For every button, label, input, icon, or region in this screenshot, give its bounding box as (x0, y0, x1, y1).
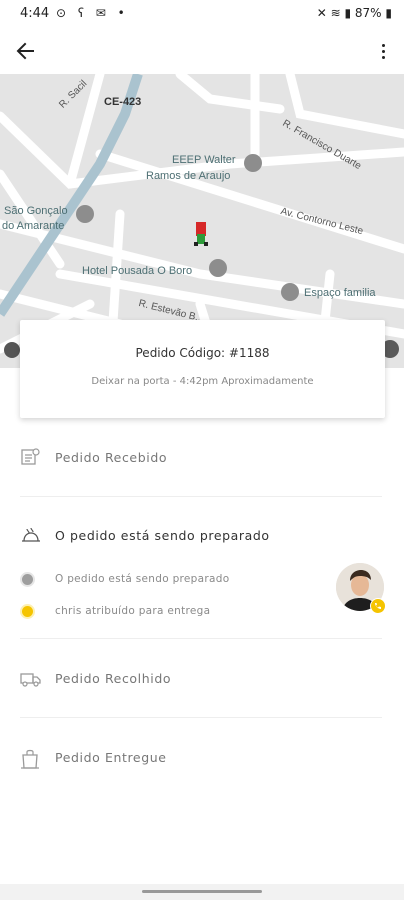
map-label-hotel: Hotel Pousada O Boro (82, 265, 193, 277)
order-eta: Deixar na porta - 4:42pm Aproximadamente (91, 376, 314, 387)
order-card: Pedido Código: #1188 Deixar na porta - 4… (20, 320, 385, 418)
divider (20, 717, 382, 718)
signal-icon: ✕ ≋ ▮ (316, 6, 352, 20)
home-gesture-handle[interactable] (142, 890, 262, 893)
status-dot-grey (22, 574, 33, 585)
status-time: 4:44 (20, 6, 50, 21)
cooking-icon (20, 526, 40, 546)
battery-icon: ▮ (385, 6, 392, 20)
map-label-town: São Gonçalo (4, 205, 68, 217)
back-arrow-icon[interactable] (12, 38, 38, 64)
courier-marker (194, 222, 208, 246)
sub-step-assigned-label: chris atribuído para entrega (55, 605, 211, 617)
divider (20, 638, 382, 639)
step-preparing-label: O pedido está sendo preparado (55, 528, 270, 543)
status-bar: 4:44 ⊙ ʕ ✉ • ✕ ≋ ▮ 87% ▮ (0, 0, 404, 28)
system-nav-bar (0, 884, 404, 900)
more-vert-icon[interactable] (376, 38, 390, 64)
step-delivered-label: Pedido Entregue (55, 750, 167, 765)
divider (20, 496, 382, 497)
delivery-truck-icon (20, 669, 41, 689)
step-received-label: Pedido Recebido (55, 450, 168, 465)
call-courier-icon[interactable] (370, 598, 386, 614)
delivered-bag-icon (20, 748, 40, 769)
map-label-place: Espaço familia (304, 287, 376, 299)
map-label-highway: CE-423 (104, 96, 142, 108)
sub-step-preparing-label: O pedido está sendo preparado (55, 573, 230, 585)
step-collected-label: Pedido Recolhido (55, 671, 172, 686)
app-bar (0, 28, 404, 74)
notification-icons: ⊙ ʕ ✉ • (56, 6, 129, 20)
status-dot-yellow (22, 606, 33, 617)
map-label-town: do Amarante (2, 220, 65, 232)
order-received-icon (20, 447, 40, 467)
status-right: ✕ ≋ ▮ 87% ▮ (317, 6, 392, 20)
map-label-school: EEEP Walter (172, 154, 236, 166)
order-code: Pedido Código: #1188 (135, 346, 270, 360)
battery-level: 87% (354, 6, 382, 20)
map-label-school: Ramos de Araujo (146, 170, 231, 182)
